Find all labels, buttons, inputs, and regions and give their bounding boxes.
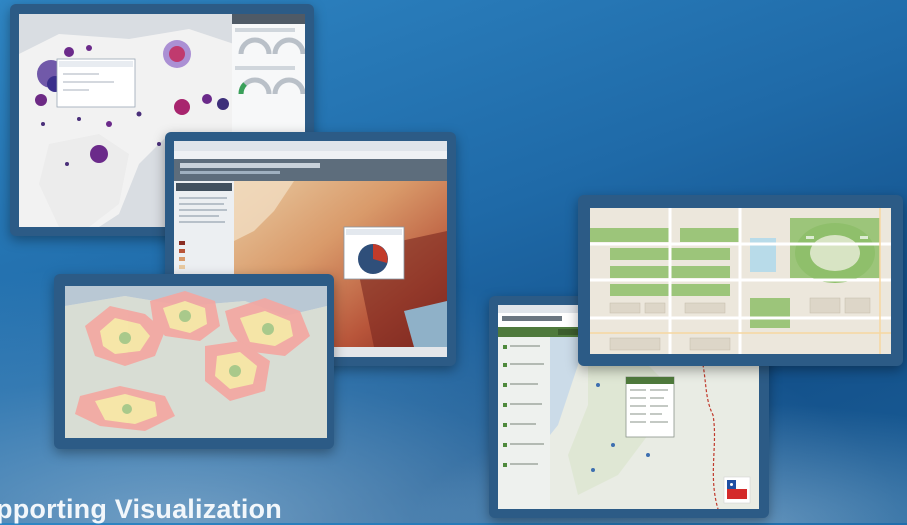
- flag-logo-icon: [723, 476, 751, 504]
- page-caption: pporting Visualization: [0, 494, 282, 524]
- city-street-map: [590, 208, 891, 354]
- street-map-graphic: [590, 208, 891, 354]
- us-halo-map: [65, 286, 327, 438]
- halo-map-graphic: [65, 286, 327, 438]
- screenshot-card-city-street-map[interactable]: [578, 195, 903, 366]
- screenshot-card-us-halo-map[interactable]: [54, 274, 334, 449]
